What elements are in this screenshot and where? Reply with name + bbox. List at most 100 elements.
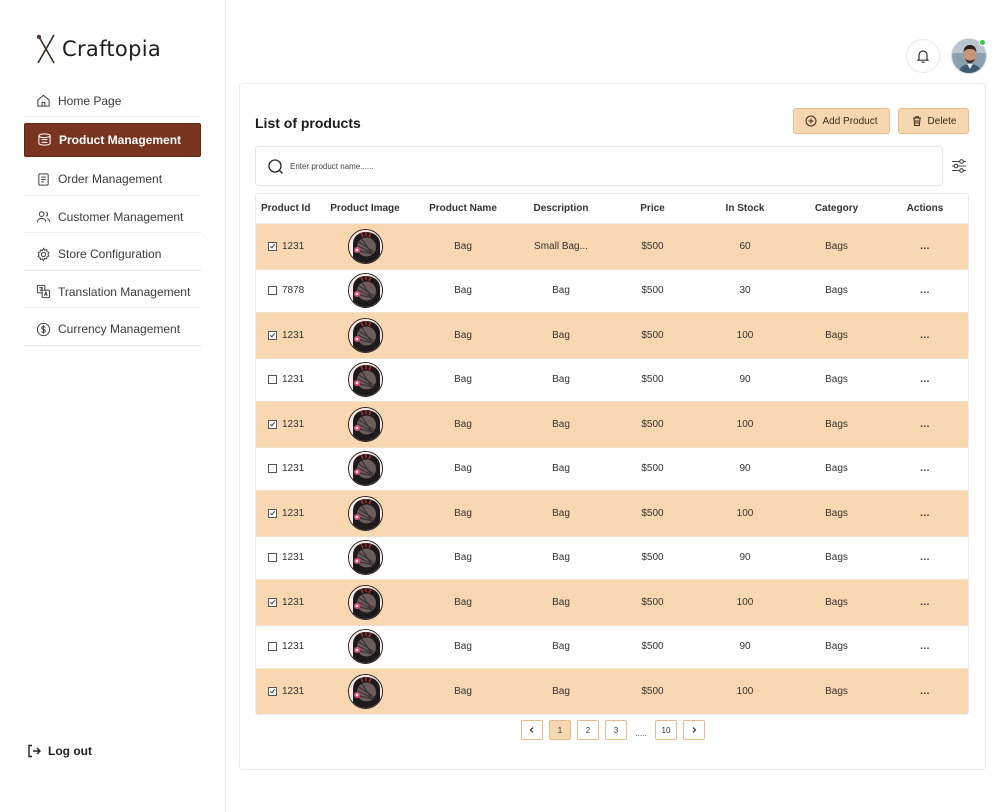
row-checkbox[interactable] (268, 464, 277, 474)
row-checkbox[interactable] (268, 553, 277, 563)
table-row[interactable]: 1231 Bag Bag $500 90 Bags... (256, 357, 968, 402)
sidebar-item-product-management[interactable]: Product Management (24, 122, 201, 157)
table-row[interactable]: 1231 Bag Bag $500 90 Bags... (256, 624, 968, 669)
table-row[interactable]: 1231 Bag Bag $500 100 Bags... (256, 491, 968, 536)
filter-sliders-icon[interactable] (950, 157, 968, 175)
row-checkbox[interactable] (268, 597, 277, 607)
table-row[interactable]: 1231 Bag Small Bag... $500 60 Bags... (256, 224, 968, 269)
table-row[interactable]: 1231 Bag Bag $500 100 Bags... (256, 313, 968, 358)
product-thumbnail[interactable] (347, 451, 383, 487)
row-checkbox[interactable] (268, 241, 277, 251)
brand-logo[interactable]: Craftopia (36, 34, 161, 64)
table-row[interactable]: 7878 Bag Bag $500 30 Bags... (256, 268, 968, 313)
table-row[interactable]: 1231 Bag Bag $500 100 Bags... (256, 580, 968, 625)
more-actions-button[interactable]: ... (920, 374, 930, 385)
product-stock: 90 (739, 552, 751, 564)
table-header: Product Id Product Image Product Name De… (256, 194, 968, 224)
product-price: $500 (641, 418, 664, 430)
page-button-3[interactable]: 3 (605, 720, 627, 740)
product-image-cell (326, 673, 404, 709)
column-header: Description (533, 203, 589, 214)
home-icon (37, 94, 50, 107)
table-row[interactable]: 1231 Bag Bag $500 100 Bags... (256, 402, 968, 447)
row-checkbox[interactable] (268, 686, 277, 696)
product-image-cell (326, 228, 404, 264)
product-thumbnail[interactable] (347, 406, 383, 442)
more-actions-button[interactable]: ... (920, 552, 930, 563)
product-thumbnail[interactable] (347, 273, 383, 309)
sidebar-item-home[interactable]: Home Page (24, 85, 201, 117)
sidebar-item-currency-management[interactable]: Currency Management (24, 314, 201, 346)
product-thumbnail[interactable] (347, 673, 383, 709)
add-product-button[interactable]: Add Product (793, 108, 890, 134)
delete-button[interactable]: Delete (898, 108, 969, 134)
product-price: $500 (641, 240, 664, 252)
row-checkbox[interactable] (268, 419, 277, 429)
product-id: 1231 (282, 463, 305, 475)
more-actions-button[interactable]: ... (920, 330, 930, 341)
product-thumbnail[interactable] (347, 495, 383, 531)
row-checkbox[interactable] (268, 642, 277, 652)
row-checkbox[interactable] (268, 286, 277, 296)
product-id: 7878 (282, 285, 305, 297)
row-checkbox[interactable] (268, 330, 277, 340)
page-button-last[interactable]: 10 (655, 720, 677, 740)
product-image-cell (326, 629, 404, 665)
product-id-cell: 1231 (256, 597, 326, 608)
product-stock: 60 (739, 240, 751, 252)
online-status-indicator (979, 39, 986, 46)
crossed-needles-icon (37, 34, 55, 64)
row-actions-cell: ... (888, 641, 962, 652)
product-category: Bags (825, 552, 848, 564)
product-thumbnail[interactable] (347, 362, 383, 398)
product-id: 1231 (282, 596, 305, 608)
product-thumbnail[interactable] (347, 629, 383, 665)
product-thumbnail[interactable] (347, 540, 383, 576)
prev-page-button[interactable] (521, 720, 543, 740)
checkmark-icon (269, 244, 276, 249)
more-actions-button[interactable]: ... (920, 508, 930, 519)
product-id: 1231 (282, 507, 305, 519)
users-icon (36, 211, 51, 223)
page-button-1[interactable]: 1 (549, 720, 571, 740)
more-actions-button[interactable]: ... (920, 285, 930, 296)
more-actions-button[interactable]: ... (920, 463, 930, 474)
product-thumbnail[interactable] (347, 317, 383, 353)
product-name: Bag (454, 507, 472, 519)
checkmark-icon (269, 333, 276, 338)
more-actions-button[interactable]: ... (920, 641, 930, 652)
more-actions-button[interactable]: ... (920, 686, 930, 697)
sidebar-item-order-management[interactable]: Order Management (24, 164, 201, 196)
sidebar-item-customer-management[interactable]: Customer Management (24, 201, 201, 233)
product-description: Bag (552, 507, 570, 519)
sidebar-item-translation-management[interactable]: Translation Management (24, 276, 201, 308)
sidebar-item-store-configuration[interactable]: Store Configuration (24, 239, 201, 271)
next-page-button[interactable] (683, 720, 705, 740)
product-thumbnail[interactable] (347, 584, 383, 620)
product-id-cell: 1231 (256, 374, 326, 385)
product-description: Bag (552, 418, 570, 430)
product-price: $500 (641, 329, 664, 341)
notifications-button[interactable] (906, 39, 940, 73)
more-actions-button[interactable]: ... (920, 419, 930, 430)
more-actions-button[interactable]: ... (920, 241, 930, 252)
product-price: $500 (641, 374, 664, 386)
row-checkbox[interactable] (268, 508, 277, 518)
product-category: Bags (825, 285, 848, 297)
product-id-cell: 1231 (256, 508, 326, 519)
table-row[interactable]: 1231 Bag Bag $500 100 Bags... (256, 669, 968, 714)
gear-icon (37, 246, 50, 262)
product-category: Bags (825, 329, 848, 341)
more-actions-button[interactable]: ... (920, 597, 930, 608)
search-input[interactable] (290, 161, 890, 171)
table-row[interactable]: 1231 Bag Bag $500 90 Bags... (256, 446, 968, 491)
product-thumbnail[interactable] (347, 228, 383, 264)
product-name: Bag (454, 374, 472, 386)
table-row[interactable]: 1231 Bag Bag $500 90 Bags... (256, 535, 968, 580)
product-stock: 90 (739, 463, 751, 475)
logout-button[interactable]: Log out (26, 743, 92, 759)
product-id: 1231 (282, 552, 305, 564)
page-button-2[interactable]: 2 (577, 720, 599, 740)
sidebar-nav: Home Page Product Management Order Manag… (24, 85, 201, 351)
row-checkbox[interactable] (268, 375, 277, 385)
